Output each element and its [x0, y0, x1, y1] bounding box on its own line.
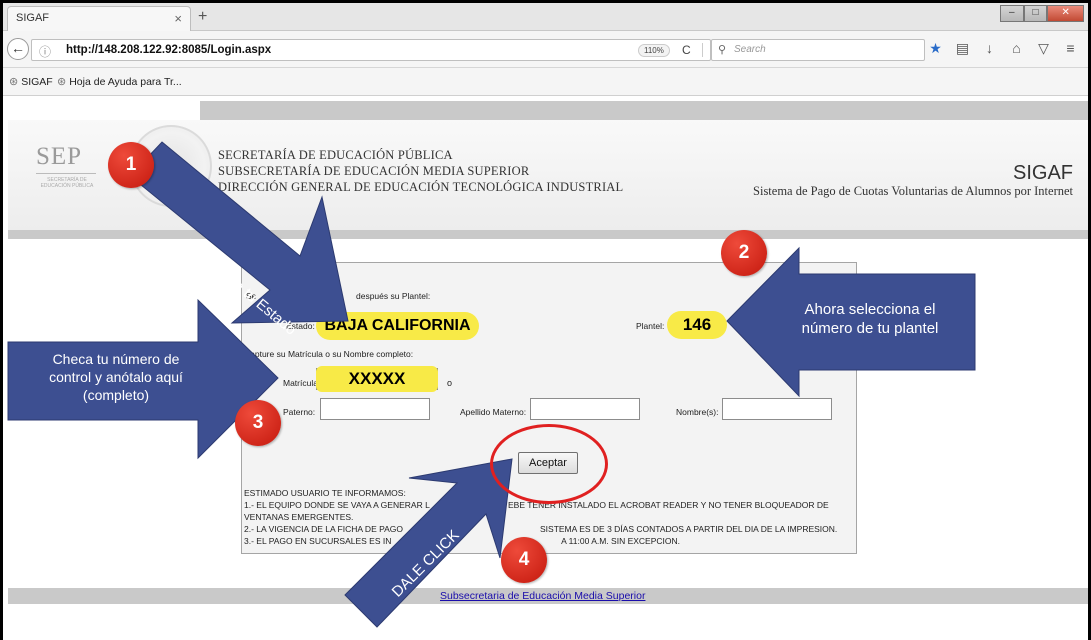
step-2-line-1: Ahora selecciona el — [804, 301, 936, 318]
highlight-ellipse — [490, 424, 608, 504]
step-4-badge: 4 — [501, 537, 547, 583]
step-3-line-1: Checa tu número de — [52, 351, 180, 367]
step-3-text: Checa tu número de control y anótalo aqu… — [28, 350, 204, 404]
step-3-badge: 3 — [235, 400, 281, 446]
step-1-badge: 1 — [108, 142, 154, 188]
arrow-4-shape — [344, 458, 513, 628]
step-2-line-2: número de tu plantel — [801, 320, 939, 337]
step-2-badge: 2 — [721, 230, 767, 276]
step-3-line-3: (completo) — [82, 387, 150, 403]
step-2-text: Ahora selecciona el número de tu plantel — [775, 300, 965, 338]
step-3-line-2: control y anótalo aquí — [49, 369, 183, 385]
